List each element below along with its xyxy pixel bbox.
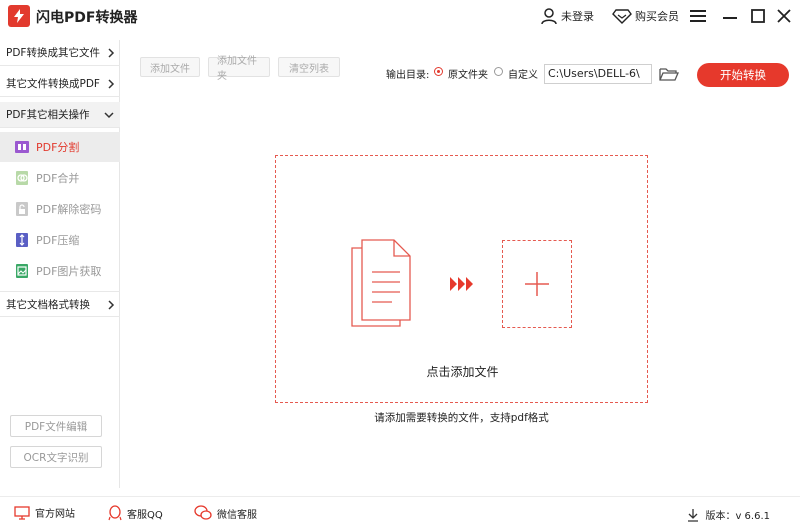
ocr-button[interactable]: OCR文字识别 <box>10 446 102 468</box>
buy-vip-button[interactable]: 购买会员 <box>612 6 679 26</box>
app-title: 闪电PDF转换器 <box>36 10 138 26</box>
diamond-icon <box>612 9 632 24</box>
pdf-compress-icon <box>16 233 28 247</box>
login-button[interactable]: 未登录 <box>540 6 594 26</box>
version-label: 版本：v 6.6.1 <box>705 511 770 522</box>
chevron-down-icon <box>104 112 114 119</box>
monitor-icon <box>14 505 30 520</box>
sidebar-item-pdf-merge[interactable]: PDF合并 <box>0 163 120 193</box>
clear-list-button[interactable]: 清空列表 <box>278 57 340 77</box>
start-convert-button[interactable]: 开始转换 <box>697 63 789 87</box>
sidebar-item-pdf-unlock[interactable]: PDF解除密码 <box>0 194 120 224</box>
sidebar-category-label: 其它文档格式转换 <box>6 298 90 311</box>
website-label: 官方网站 <box>35 509 75 520</box>
chevron-right-icon <box>108 48 115 58</box>
close-icon <box>777 9 791 23</box>
sidebar-item-label: PDF分割 <box>36 141 80 154</box>
add-file-box[interactable] <box>502 240 572 328</box>
sidebar-category-label: PDF其它相关操作 <box>6 109 90 121</box>
supported-format-hint: 请添加需要转换的文件，支持pdf格式 <box>374 412 549 424</box>
minimize-icon <box>723 17 737 19</box>
add-file-text[interactable]: 点击添加文件 <box>276 363 649 380</box>
wechat-service-link[interactable]: 微信客服 <box>194 505 257 521</box>
qq-icon <box>108 505 122 521</box>
qq-service-link[interactable]: 客服QQ <box>108 505 163 521</box>
file-drop-zone[interactable]: 点击添加文件 <box>275 155 648 403</box>
sidebar-category-other-to-pdf[interactable]: 其它文件转换成PDF <box>0 71 120 97</box>
chevron-right-icon <box>108 300 115 310</box>
sidebar-item-pdf-compress[interactable]: PDF压缩 <box>0 225 120 255</box>
version-info: 版本：v 6.6.1 <box>687 507 770 522</box>
pdf-split-icon <box>15 141 29 153</box>
documents-icon <box>351 239 411 327</box>
sidebar-item-pdf-image[interactable]: PDF图片获取 <box>0 256 120 286</box>
close-button[interactable] <box>774 6 794 26</box>
sidebar-item-pdf-split[interactable]: PDF分割 <box>0 132 120 162</box>
radio-custom[interactable] <box>494 67 503 76</box>
add-folder-button[interactable]: 添加文件夹 <box>208 56 270 82</box>
wechat-icon <box>194 505 212 520</box>
sidebar-category-pdf-to-other[interactable]: PDF转换成其它文件 <box>0 40 120 66</box>
qq-label: 客服QQ <box>127 509 163 521</box>
pdf-edit-button[interactable]: PDF文件编辑 <box>10 415 102 437</box>
plus-icon <box>525 272 549 296</box>
chevron-right-icon <box>108 79 115 89</box>
website-link[interactable]: 官方网站 <box>14 505 75 520</box>
output-path-input[interactable]: C:\Users\DELL-6\ <box>544 64 652 84</box>
sidebar-item-label: PDF压缩 <box>36 234 80 247</box>
radio-source-folder[interactable] <box>434 67 443 76</box>
sidebar-item-label: PDF解除密码 <box>36 203 102 216</box>
pdf-unlock-icon <box>16 202 28 216</box>
pdf-image-icon <box>16 264 28 278</box>
sidebar-category-label: 其它文件转换成PDF <box>6 78 100 90</box>
sidebar-category-other-formats[interactable]: 其它文档格式转换 <box>0 291 120 317</box>
pdf-merge-icon <box>16 171 28 185</box>
radio-source-folder-label[interactable]: 原文件夹 <box>448 66 488 81</box>
wechat-label: 微信客服 <box>217 509 257 521</box>
vip-label: 购买会员 <box>635 10 679 23</box>
download-icon <box>688 508 699 522</box>
add-file-button[interactable]: 添加文件 <box>140 57 200 77</box>
arrows-right-icon <box>450 277 473 291</box>
sidebar-item-label: PDF合并 <box>36 172 80 185</box>
minimize-button[interactable] <box>720 6 740 26</box>
sidebar-item-label: PDF图片获取 <box>36 265 102 278</box>
sidebar-category-label: PDF转换成其它文件 <box>6 47 100 59</box>
radio-custom-label[interactable]: 自定义 <box>508 66 538 81</box>
title-bar: 闪电PDF转换器 未登录 购买会员 <box>0 0 800 32</box>
output-dir-label: 输出目录: <box>386 70 430 81</box>
maximize-icon <box>751 9 765 23</box>
folder-open-icon[interactable] <box>659 65 679 83</box>
user-icon <box>541 8 557 25</box>
footer: 官方网站 客服QQ 微信客服 版本：v 6.6.1 <box>0 496 800 528</box>
app-logo <box>8 5 30 27</box>
maximize-button[interactable] <box>748 6 768 26</box>
sidebar-category-pdf-other-ops[interactable]: PDF其它相关操作 <box>0 102 120 128</box>
lightning-icon <box>14 9 24 23</box>
hamburger-icon <box>690 10 706 22</box>
login-label: 未登录 <box>561 10 594 23</box>
menu-button[interactable] <box>688 6 708 26</box>
sidebar: PDF转换成其它文件 其它文件转换成PDF PDF其它相关操作 PDF分割 PD… <box>0 40 120 488</box>
